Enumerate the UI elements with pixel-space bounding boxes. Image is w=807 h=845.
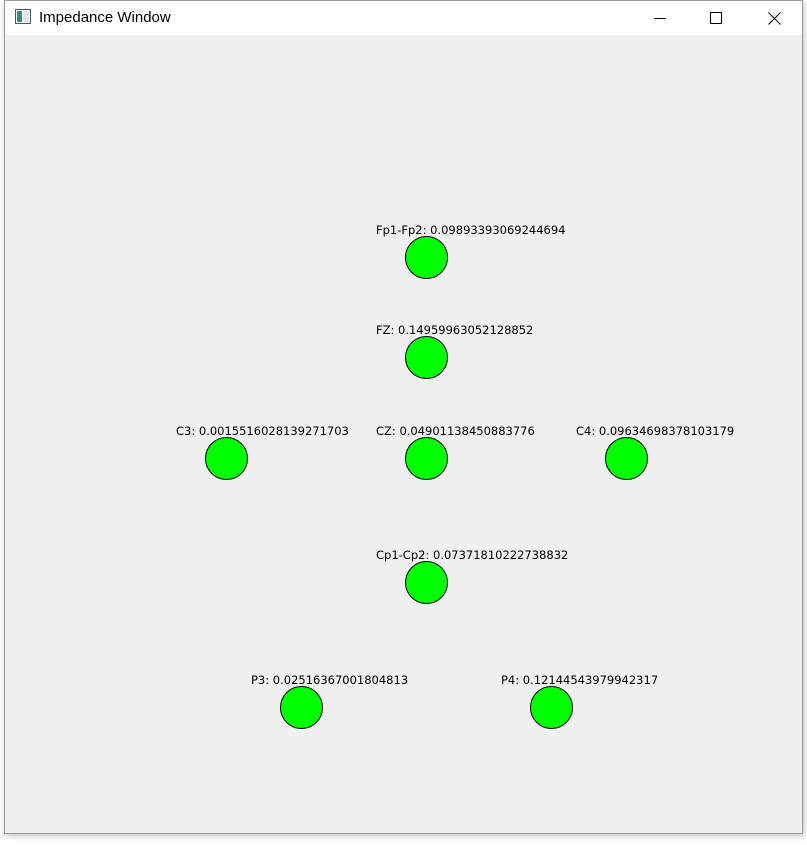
title-bar[interactable]: Impedance Window [5, 1, 802, 35]
electrode-label: FZ: 0.14959963052128852 [376, 323, 534, 337]
electrode-indicator [280, 686, 323, 729]
electrode-label: CZ: 0.04901138450883776 [376, 424, 535, 438]
electrode-indicator [405, 236, 448, 279]
electrode-label: P4: 0.12144543979942317 [501, 673, 659, 687]
close-icon [767, 11, 781, 25]
electrode-indicator [405, 336, 448, 379]
maximize-icon [710, 12, 722, 24]
window-title: Impedance Window [39, 9, 171, 26]
electrode-label: Cp1-Cp2: 0.07371810222738832 [376, 548, 569, 562]
electrode-indicator [205, 437, 248, 480]
maximize-button[interactable] [693, 1, 739, 35]
electrode-indicator [405, 437, 448, 480]
electrode-label: P3: 0.02516367001804813 [251, 673, 409, 687]
minimize-icon [654, 18, 666, 19]
electrode-label: C4: 0.09634698378103179 [576, 424, 735, 438]
electrode-label: Fp1-Fp2: 0.09893393069244694 [376, 223, 566, 237]
electrode-indicator [405, 561, 448, 604]
electrode-map: Fp1-Fp2: 0.09893393069244694 FZ: 0.14959… [5, 35, 802, 833]
app-icon [15, 9, 31, 24]
electrode-label: C3: 0.0015516028139271703 [176, 424, 349, 438]
electrode-indicator [605, 437, 648, 480]
electrode-indicator [530, 686, 573, 729]
minimize-button[interactable] [637, 1, 683, 35]
impedance-window: Impedance Window Fp1-Fp2: 0.098933930692… [4, 0, 803, 834]
close-button[interactable] [751, 1, 797, 35]
